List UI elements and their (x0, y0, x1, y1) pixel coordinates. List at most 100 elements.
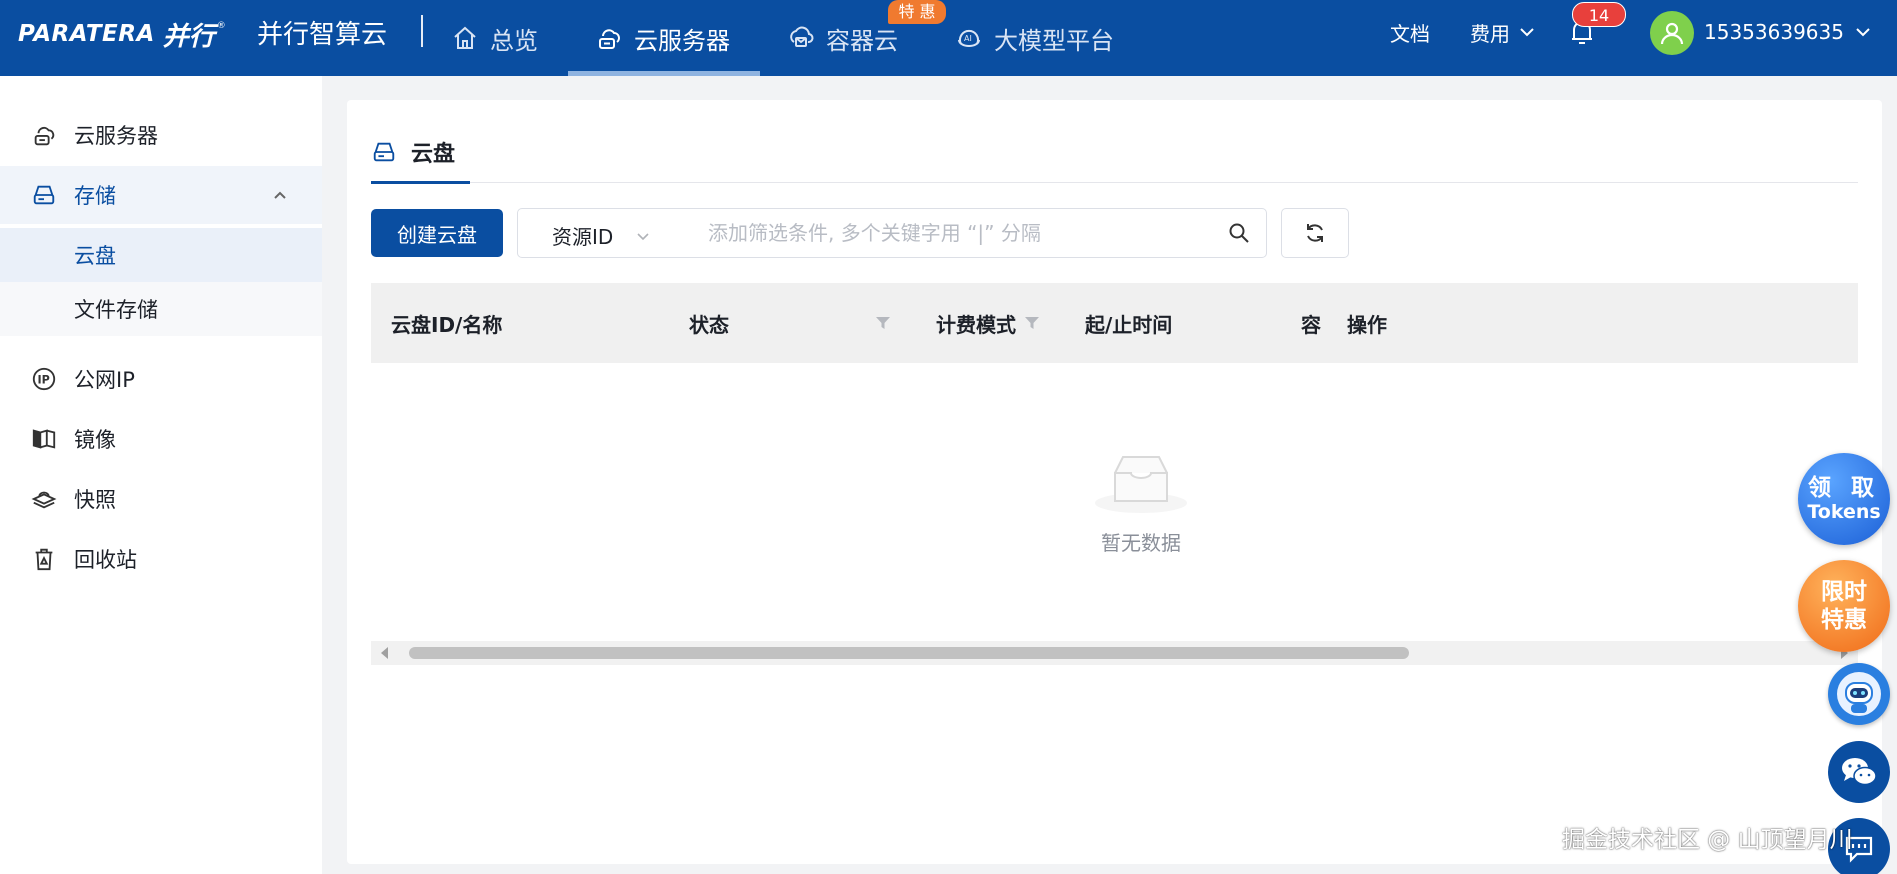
nav-llm-platform-label: 大模型平台 (994, 26, 1114, 55)
sidebar-subitem-label: 云盘 (74, 244, 116, 268)
wechat-button[interactable] (1828, 741, 1890, 803)
nav-overview[interactable]: 总览 (450, 0, 538, 76)
title-underline (371, 181, 470, 184)
scroll-left-arrow[interactable] (381, 647, 388, 659)
limited-offer-line2: 特惠 (1821, 607, 1867, 633)
page-title-text: 云盘 (411, 142, 456, 167)
filter-field-select[interactable]: 资源ID (552, 221, 651, 250)
ai-icon: AI (954, 23, 984, 53)
wechat-icon (1842, 758, 1877, 786)
table-header: 云盘ID/名称 状态 计费模式 起/止时间 容 操作 (371, 283, 1858, 363)
logo-cn-text: 并行 (162, 21, 215, 52)
nav-llm-platform[interactable]: AI 大模型平台 (954, 0, 1114, 76)
column-header-time: 起/止时间 (1085, 312, 1173, 337)
svg-text:IP: IP (38, 374, 50, 387)
robot-icon (1837, 672, 1881, 716)
sidebar-item-public-ip[interactable]: IP 公网IP (0, 350, 322, 408)
chevron-up-icon (274, 191, 286, 199)
sidebar-subitem-label: 文件存储 (74, 298, 158, 322)
column-header-disk-id: 云盘ID/名称 (391, 312, 503, 337)
brand-name: 并行智算云 (257, 20, 388, 50)
empty-state: 暂无数据 (1067, 443, 1215, 555)
nav-container-cloud[interactable]: 容器云 (786, 0, 898, 76)
avatar[interactable] (1650, 11, 1694, 55)
sidebar-item-snapshot[interactable]: 快照 (0, 470, 322, 528)
limited-offer-line1: 限时 (1821, 579, 1867, 605)
nav-container-cloud-label: 容器云 (826, 26, 898, 55)
claim-tokens-line1: 领 取 (1807, 475, 1880, 501)
logo-text: PARATERA (18, 21, 155, 47)
container-cloud-icon (786, 23, 816, 53)
horizontal-scrollbar[interactable] (371, 641, 1858, 665)
user-icon (1660, 22, 1684, 45)
sidebar-item-storage[interactable]: 存储 (0, 166, 322, 224)
recycle-bin-icon (30, 545, 58, 573)
sidebar-item-label: 快照 (74, 488, 116, 512)
special-offer-badge: 特 惠 (888, 0, 946, 24)
billing-label: 费用 (1470, 21, 1510, 46)
cloud-server-icon (30, 121, 58, 149)
search-icon[interactable] (1228, 222, 1250, 244)
username: 15353639635 (1704, 20, 1844, 44)
sidebar-item-label: 镜像 (74, 428, 116, 452)
brand-divider (421, 15, 423, 47)
nav-overview-label: 总览 (490, 26, 538, 55)
refresh-icon (1307, 224, 1323, 242)
watermark-text: 掘金技术社区 @ 山顶望月川 (1562, 827, 1853, 853)
chevron-down-icon (1856, 28, 1870, 37)
create-cloud-disk-button[interactable]: 创建云盘 (371, 209, 503, 257)
sidebar-item-label: 存储 (74, 184, 116, 208)
limited-offer-button[interactable]: 限时 特惠 (1798, 560, 1890, 652)
svg-text:AI: AI (964, 34, 972, 43)
docs-link[interactable]: 文档 (1390, 0, 1430, 64)
sidebar-item-label: 回收站 (74, 548, 137, 572)
claim-tokens-button[interactable]: 领 取 Tokens (1798, 453, 1890, 545)
page-title: 云盘 (371, 136, 455, 168)
snapshot-icon (30, 485, 58, 513)
home-icon (450, 23, 480, 53)
registered-mark: ® (216, 21, 226, 31)
billing-menu[interactable]: 费用 (1470, 0, 1536, 64)
empty-box-icon (1095, 456, 1187, 513)
column-header-capacity: 容 (1301, 312, 1321, 337)
claim-tokens-line2: Tokens (1807, 501, 1881, 523)
ip-icon: IP (30, 365, 58, 393)
paratera-logo[interactable]: PARATERA 并行 ® (18, 16, 226, 52)
sidebar: 云服务器 存储 云盘 文件存储 IP 公网IP 镜像 快照 回收站 (0, 76, 322, 874)
filter-search-input[interactable] (708, 215, 1208, 251)
top-navigation-bar: PARATERA 并行 ® 并行智算云 总览 云服务器 容器云 特 惠 AI 大… (0, 0, 1897, 76)
create-cloud-disk-label: 创建云盘 (397, 222, 477, 247)
title-divider (371, 182, 1858, 183)
user-menu[interactable]: 15353639635 (1704, 0, 1872, 64)
storage-icon (373, 142, 395, 162)
sidebar-item-recycle-bin[interactable]: 回收站 (0, 530, 322, 588)
sidebar-item-label: 云服务器 (74, 124, 158, 148)
docs-label: 文档 (1390, 21, 1430, 46)
image-icon (30, 425, 58, 453)
filter-field-value: 资源ID (552, 225, 614, 249)
filter-icon[interactable] (1025, 316, 1039, 330)
filter-bar: 资源ID (517, 208, 1267, 258)
empty-state-text: 暂无数据 (1101, 531, 1181, 555)
sidebar-item-label: 公网IP (74, 368, 135, 392)
chevron-down-icon (637, 232, 649, 240)
filter-icon[interactable] (876, 316, 890, 330)
notification-count-badge: 14 (1572, 2, 1626, 27)
nav-cloud-server[interactable]: 云服务器 (594, 0, 730, 76)
column-header-actions: 操作 (1345, 283, 1858, 363)
assistant-robot-button[interactable] (1828, 663, 1890, 725)
nav-cloud-server-label: 云服务器 (634, 26, 730, 55)
refresh-button[interactable] (1281, 208, 1349, 258)
column-header-billing-mode: 计费模式 (936, 312, 1016, 337)
cloud-server-icon (594, 23, 624, 53)
sidebar-item-cloud-server[interactable]: 云服务器 (0, 106, 322, 164)
chevron-down-icon (1520, 28, 1534, 37)
storage-icon (30, 181, 58, 209)
sidebar-subitem-file-storage[interactable]: 文件存储 (0, 282, 322, 336)
sidebar-item-image[interactable]: 镜像 (0, 410, 322, 468)
scrollbar-thumb[interactable] (409, 647, 1409, 659)
cloud-disk-panel: 云盘 创建云盘 资源ID 云盘ID/名称 状态 计费模式 起/止时间 容 操作 (347, 100, 1882, 864)
column-header-actions-label: 操作 (1347, 312, 1387, 337)
sidebar-subitem-cloud-disk[interactable]: 云盘 (0, 228, 322, 282)
nav-active-indicator (568, 71, 760, 76)
